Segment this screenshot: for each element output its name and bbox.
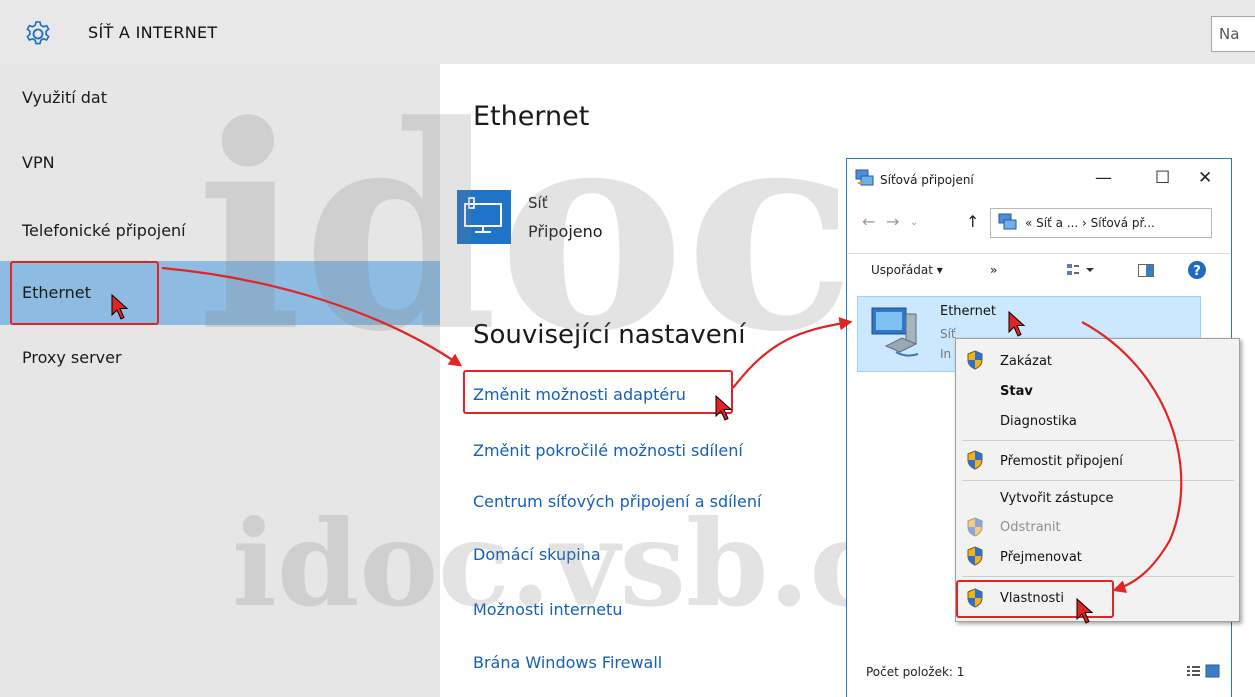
highlight-box-properties — [956, 580, 1114, 618]
sidebar-item-data-usage[interactable]: Využití dat — [0, 73, 440, 123]
highlight-box-adapter-link — [463, 370, 733, 414]
uac-shield-icon — [967, 546, 983, 566]
item-subtitle: Síť — [940, 327, 956, 341]
close-button[interactable]: ✕ — [1198, 168, 1212, 188]
menu-item-rename[interactable]: Přejmenovat — [1000, 550, 1082, 565]
link-internet-options[interactable]: Možnosti internetu — [473, 600, 622, 619]
highlight-box-ethernet — [10, 261, 159, 325]
link-homegroup[interactable]: Domácí skupina — [473, 545, 601, 564]
address-network-icon — [998, 213, 1017, 230]
link-windows-firewall[interactable]: Brána Windows Firewall — [473, 653, 662, 672]
organize-button[interactable]: Uspořádat ▾ — [871, 263, 943, 277]
network-tile[interactable] — [457, 190, 511, 244]
sidebar-item-proxy[interactable]: Proxy server — [0, 333, 440, 383]
menu-separator — [962, 576, 1234, 577]
top-bar: SÍŤ A INTERNET Na — [0, 0, 1255, 64]
ethernet-adapter-icon — [871, 307, 919, 357]
view-toggle-icon[interactable] — [1186, 664, 1220, 678]
sidebar-item-dialup[interactable]: Telefonické připojení — [0, 206, 440, 256]
view-options-icon[interactable] — [1066, 262, 1096, 278]
link-advanced-sharing[interactable]: Změnit pokročilé možnosti sdílení — [473, 441, 743, 460]
network-name: Síť — [528, 194, 548, 212]
section-heading-ethernet: Ethernet — [473, 101, 590, 132]
link-network-center[interactable]: Centrum síťových připojení a sdílení — [473, 492, 761, 511]
up-arrow-icon[interactable]: ↑ — [966, 212, 979, 231]
menu-item-disable[interactable]: Zakázat — [1000, 354, 1052, 369]
monitor-icon — [464, 197, 502, 233]
chevron-down-icon[interactable]: ⌄ — [910, 217, 918, 228]
forward-arrow-icon[interactable]: → — [886, 212, 899, 231]
help-icon[interactable]: ? — [1187, 260, 1207, 280]
menu-item-status[interactable]: Stav — [1000, 384, 1033, 399]
item-subtitle: In — [940, 347, 952, 361]
uac-shield-icon — [967, 517, 983, 537]
menu-item-diagnostics[interactable]: Diagnostika — [1000, 414, 1077, 429]
uac-shield-icon — [967, 350, 983, 370]
gear-icon[interactable] — [24, 20, 52, 48]
sidebar-item-vpn[interactable]: VPN — [0, 138, 440, 188]
window-title: Síťová připojení — [880, 173, 974, 187]
maximize-button[interactable]: ☐ — [1155, 168, 1170, 188]
minimize-button[interactable]: — — [1095, 168, 1112, 188]
network-connections-icon — [855, 169, 874, 186]
uac-shield-icon — [967, 450, 983, 470]
address-bar[interactable]: « Síť a ... › Síťová př... — [990, 208, 1212, 238]
menu-item-create-shortcut[interactable]: Vytvořit zástupce — [1000, 491, 1113, 506]
menu-item-delete[interactable]: Odstranit — [1000, 520, 1061, 535]
menu-separator — [962, 480, 1234, 481]
toolbar-divider — [848, 253, 1230, 254]
more-commands-button[interactable]: » — [990, 263, 997, 277]
menu-item-bridge[interactable]: Přemostit připojení — [1000, 454, 1123, 469]
item-name: Ethernet — [940, 304, 996, 319]
preview-pane-icon[interactable] — [1138, 264, 1154, 277]
search-input[interactable]: Na — [1211, 16, 1255, 52]
page-title: SÍŤ A INTERNET — [88, 23, 218, 42]
section-heading-related: Související nastavení — [473, 320, 746, 350]
status-bar: Počet položek: 1 — [866, 665, 965, 679]
network-status: Připojeno — [528, 222, 603, 241]
menu-separator — [962, 440, 1234, 441]
svg-text:?: ? — [1193, 264, 1201, 279]
back-arrow-icon[interactable]: ← — [862, 212, 875, 231]
